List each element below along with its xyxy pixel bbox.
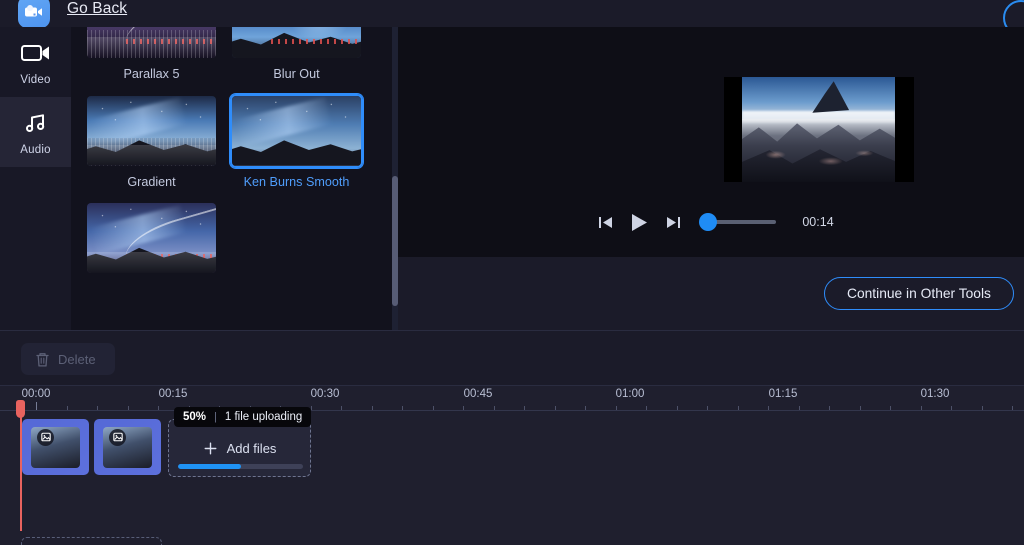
continue-in-other-tools-button[interactable]: Continue in Other Tools (824, 277, 1014, 310)
preview-panel: 00:14 (398, 27, 1024, 257)
delete-button-label: Delete (58, 351, 96, 367)
effect-thumbnail (230, 27, 363, 60)
upload-progress-fill (178, 464, 241, 469)
effect-card-gradient[interactable]: Gradient (85, 94, 218, 191)
ruler-time-label: 00:15 (158, 388, 188, 400)
effect-card-ken-burns-smooth[interactable]: Ken Burns Smooth (230, 93, 363, 191)
plus-icon (204, 442, 217, 454)
play-icon (632, 213, 648, 231)
effect-card-parallax-5[interactable]: Parallax 5 (85, 27, 218, 83)
top-bar (0, 0, 1024, 27)
skip-back-button[interactable] (588, 207, 622, 237)
effect-card-label: Gradient (127, 174, 176, 189)
music-note-icon (24, 109, 48, 137)
add-music-button[interactable]: Add Music (21, 537, 162, 545)
effect-thumbnail (85, 94, 218, 168)
playhead-line (20, 416, 22, 531)
clip-thumbnail (31, 426, 80, 468)
skip-forward-button[interactable] (656, 207, 690, 237)
table-row[interactable] (22, 419, 89, 475)
video-editor-app: Go Back Video Audio Parallax 5 Blur Out … (0, 0, 1024, 545)
sidebar-item-video[interactable]: Video (0, 27, 71, 97)
video-camera-logo-icon (25, 5, 42, 17)
add-files-dropzone[interactable]: Add files (168, 419, 311, 477)
effect-card-label: Blur Out (273, 67, 320, 81)
skip-back-icon (598, 216, 612, 228)
play-button[interactable] (622, 207, 656, 237)
upload-percent-label: 50% (183, 411, 207, 423)
skip-forward-icon (666, 216, 680, 228)
go-back-link[interactable]: Go Back (67, 0, 127, 18)
sidebar-item-audio-label: Audio (20, 143, 51, 156)
left-rail: Video Audio (0, 27, 71, 330)
seek-knob[interactable] (699, 213, 718, 231)
trash-icon (36, 352, 49, 367)
video-camera-icon (20, 39, 51, 67)
ruler-time-label: 00:30 (310, 388, 340, 400)
effect-thumbnail (85, 201, 218, 275)
upload-status-badge: 50% | 1 file uploading (174, 407, 312, 427)
delete-button[interactable]: Delete (21, 343, 115, 375)
video-preview[interactable] (724, 77, 914, 182)
time-label: 00:14 (802, 215, 834, 229)
ruler-time-label: 00:00 (21, 388, 51, 400)
video-track: Add files 50% | 1 file uploading Add Mus… (0, 407, 1024, 545)
image-icon (109, 428, 126, 446)
video-frame-content (742, 77, 895, 182)
ruler-time-label: 01:00 (615, 388, 645, 400)
seek-track[interactable] (699, 213, 777, 231)
playhead-handle[interactable] (16, 400, 25, 418)
timeline-ruler[interactable]: 00:00 00:15 00:30 00:45 01:00 01:15 01:30 (0, 386, 1024, 411)
effect-thumbnail (230, 93, 363, 168)
effect-card-label: Parallax 5 (123, 67, 180, 81)
effect-card-next[interactable] (85, 201, 218, 282)
ruler-baseline (0, 410, 1024, 411)
seek-slider[interactable] (699, 213, 777, 231)
playback-controls: 00:14 (398, 202, 1024, 242)
effect-card-label: Ken Burns Smooth (243, 174, 350, 189)
timeline-toolbar (0, 330, 1024, 385)
actions-bar: Continue in Other Tools (398, 257, 1024, 330)
upload-status-label: 1 file uploading (224, 411, 303, 423)
timeline: 00:00 00:15 00:30 00:45 01:00 01:15 01:30 (0, 385, 1024, 545)
effects-grid: Parallax 5 Blur Out Gradient Ken Burns S… (71, 27, 393, 292)
effect-card-blur-out[interactable]: Blur Out (230, 27, 363, 83)
sidebar-item-video-label: Video (20, 73, 51, 86)
sidebar-item-audio[interactable]: Audio (0, 97, 71, 167)
ruler-time-label: 00:45 (463, 388, 493, 400)
ruler-time-label: 01:15 (768, 388, 798, 400)
clip-thumbnail (103, 426, 152, 468)
app-logo[interactable] (18, 0, 50, 28)
upload-separator: | (214, 411, 217, 423)
upload-progress-bar (178, 464, 303, 469)
table-row[interactable] (94, 419, 161, 475)
effect-thumbnail (85, 27, 218, 60)
effects-panel: Parallax 5 Blur Out Gradient Ken Burns S… (71, 27, 393, 330)
image-icon (37, 428, 54, 446)
add-files-label: Add files (226, 440, 277, 456)
ruler-time-label: 01:30 (920, 388, 950, 400)
